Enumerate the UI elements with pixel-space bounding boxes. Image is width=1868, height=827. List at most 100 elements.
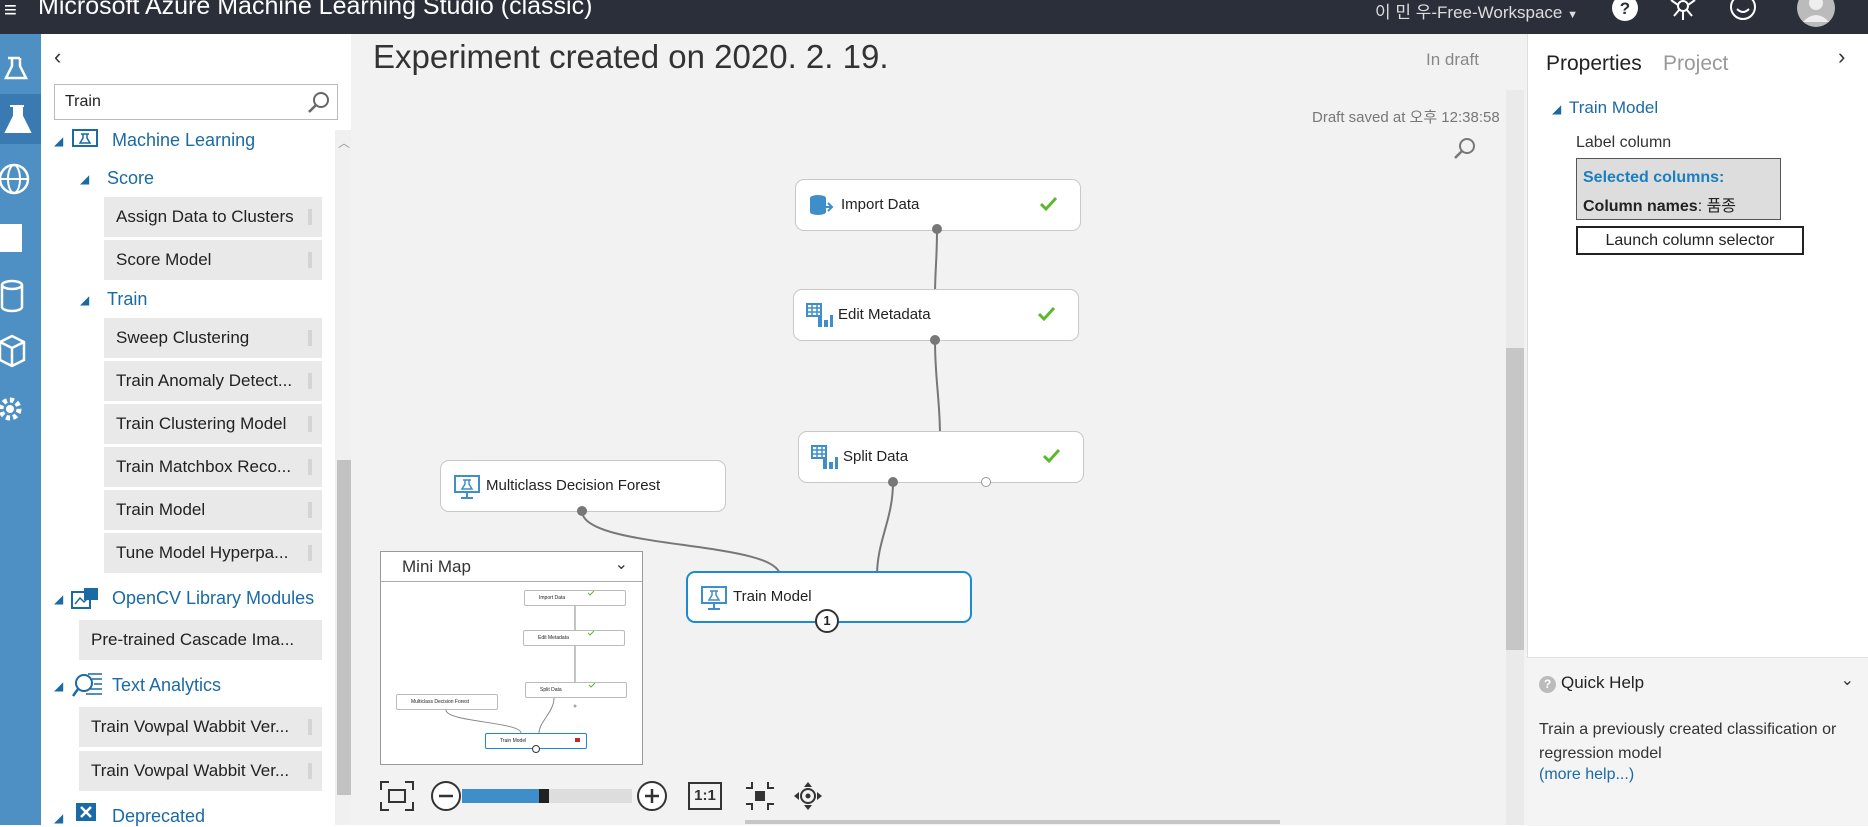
mini-map-title: Mini Map (402, 557, 471, 576)
datasets-icon[interactable] (0, 271, 41, 321)
column-names-value: : 품종 (1697, 198, 1737, 215)
properties-module-title[interactable]: Train Model (1569, 98, 1658, 118)
category-score[interactable]: Score (107, 168, 154, 189)
search-input[interactable] (63, 85, 297, 119)
app-title: Microsoft Azure Machine Learning Studio … (38, 0, 593, 20)
module-label: Tune Model Hyperpa... (116, 543, 289, 562)
models-icon[interactable] (0, 326, 41, 376)
hamburger-menu-icon[interactable]: ≡ (4, 0, 17, 21)
mini-map-header[interactable]: Mini Map ⌄ (381, 552, 642, 582)
module-label: Pre-trained Cascade Ima... (91, 630, 295, 649)
chevron-down-icon[interactable]: ⌄ (1841, 670, 1854, 690)
node-label: Import Data (841, 196, 920, 213)
canvas-scrollbar[interactable] (1506, 90, 1524, 825)
expand-triangle-icon[interactable]: ◢ (1552, 102, 1561, 116)
quick-help-panel: ? Quick Help ⌄ Train a previously create… (1527, 657, 1868, 826)
output-port[interactable] (932, 224, 942, 234)
tab-properties[interactable]: Properties (1546, 52, 1642, 76)
workspace-name: 이 민 우-Free-Workspace (1375, 3, 1563, 22)
palette-module[interactable]: Score Model (104, 240, 322, 280)
pan-icon[interactable] (792, 780, 824, 812)
module-label: Train Anomaly Detect... (116, 371, 293, 390)
output-port[interactable] (888, 477, 898, 487)
palette-module[interactable]: Tune Model Hyperpa... (104, 533, 322, 573)
expand-triangle-icon[interactable]: ◢ (54, 134, 63, 148)
selected-columns-box: Selected columns: Column names: 품종 (1576, 158, 1781, 220)
fit-to-screen-icon[interactable] (379, 780, 415, 812)
check-icon (1043, 448, 1061, 464)
tab-project[interactable]: Project (1663, 52, 1728, 76)
launch-column-selector-button[interactable]: Launch column selector (1576, 226, 1804, 255)
expand-triangle-icon[interactable]: ◢ (54, 679, 63, 693)
search-icon[interactable] (307, 91, 331, 115)
palette-module[interactable]: Pre-trained Cascade Ima... (79, 620, 322, 660)
node-label: Multiclass Decision Forest (486, 477, 661, 494)
expand-triangle-icon[interactable]: ◢ (54, 811, 63, 825)
palette-module[interactable]: Train Anomaly Detect... (104, 361, 322, 401)
zoom-slider[interactable] (462, 789, 632, 803)
scroll-up-icon[interactable]: ︿ (338, 134, 350, 151)
workspace-selector[interactable]: 이 민 우-Free-Workspace ▼ (1375, 0, 1578, 23)
top-bar: ≡ Microsoft Azure Machine Learning Studi… (0, 0, 1868, 34)
zoom-in-icon[interactable] (636, 780, 668, 812)
scrollbar-thumb[interactable] (337, 460, 351, 795)
drag-grip-icon (308, 252, 312, 268)
experiment-title[interactable]: Experiment created on 2020. 2. 19. (373, 38, 889, 76)
zoom-slider-handle[interactable] (538, 789, 549, 803)
chevron-down-icon[interactable]: ⌄ (615, 554, 628, 574)
palette-module[interactable]: Sweep Clustering (104, 318, 322, 358)
drag-grip-icon (308, 459, 312, 475)
drag-grip-icon (308, 416, 312, 432)
category-deprecated[interactable]: Deprecated (112, 806, 205, 827)
module-label: Train Vowpal Wabbit Ver... (91, 761, 290, 780)
palette-module[interactable]: Assign Data to Clusters (104, 197, 322, 237)
column-names-text: Column names: 품종 (1583, 192, 1736, 216)
module-node[interactable]: Edit Metadata (793, 289, 1079, 341)
feedback-smiley-icon[interactable] (1728, 0, 1758, 26)
fit-selection-icon[interactable] (744, 780, 776, 812)
saved-timestamp: Draft saved at 오후 12:38:58 (1312, 109, 1500, 126)
avatar[interactable] (1796, 0, 1836, 28)
expand-triangle-icon[interactable]: ◢ (80, 172, 89, 186)
output-port[interactable] (577, 506, 587, 516)
category-machine-learning[interactable]: Machine Learning (112, 130, 255, 151)
more-help-link[interactable]: (more help...) (1539, 766, 1634, 784)
module-node[interactable]: Multiclass Decision Forest (440, 460, 726, 512)
error-count-badge[interactable]: 1 (815, 609, 839, 633)
flask-icon[interactable] (0, 94, 41, 144)
actual-size-button[interactable]: 1:1 (688, 782, 722, 810)
scrollbar-thumb[interactable] (1506, 348, 1524, 650)
output-port[interactable] (981, 477, 991, 487)
category-train[interactable]: Train (107, 289, 147, 310)
dropdown-caret-icon: ▼ (1567, 9, 1578, 21)
module-label: Score Model (116, 250, 212, 269)
expand-triangle-icon[interactable]: ◢ (80, 293, 89, 307)
palette-module[interactable]: Train Vowpal Wabbit Ver... (79, 707, 322, 747)
zoom-out-icon[interactable] (430, 780, 462, 812)
palette-module[interactable]: Train Vowpal Wabbit Ver... (79, 751, 322, 791)
community-icon[interactable] (1668, 0, 1698, 26)
experiments-icon[interactable] (0, 42, 41, 92)
text-analytics-icon (72, 673, 102, 697)
globe-icon[interactable] (0, 154, 41, 204)
canvas-horizontal-scrollbar[interactable] (745, 820, 1280, 824)
module-node[interactable]: Split Data (798, 431, 1084, 483)
settings-icon[interactable] (0, 384, 41, 434)
zoom-slider-fill (462, 789, 539, 803)
help-icon[interactable]: ? (1610, 0, 1640, 26)
palette-scrollbar[interactable]: ︿ (335, 130, 351, 825)
canvas-search-icon[interactable] (1452, 136, 1478, 162)
collapse-properties-chevron-icon[interactable]: › (1838, 44, 1845, 70)
quick-help-title[interactable]: Quick Help (1561, 673, 1644, 693)
mini-map[interactable]: Mini Map ⌄ Import Data Edit Metadata Spl… (380, 551, 643, 765)
palette-module[interactable]: Train Clustering Model (104, 404, 322, 444)
collapse-palette-chevron-icon[interactable]: ‹ (54, 44, 61, 70)
expand-triangle-icon[interactable]: ◢ (54, 592, 63, 606)
category-opencv[interactable]: OpenCV Library Modules (112, 588, 314, 609)
palette-module[interactable]: Train Model (104, 490, 322, 530)
label-column-label: Label column (1576, 134, 1672, 151)
palette-module[interactable]: Train Matchbox Reco... (104, 447, 322, 487)
notebook-icon[interactable] (0, 214, 41, 264)
output-port[interactable] (930, 335, 940, 345)
category-text-analytics[interactable]: Text Analytics (112, 675, 221, 696)
